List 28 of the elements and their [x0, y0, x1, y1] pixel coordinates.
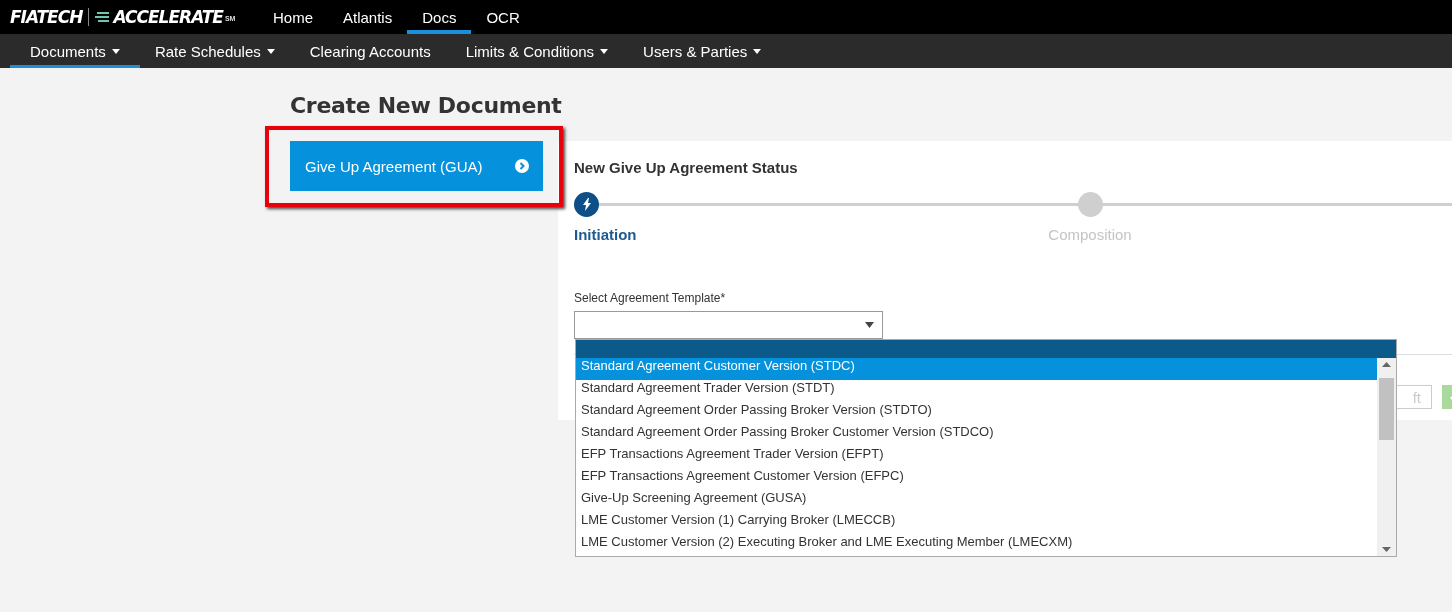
scroll-thumb[interactable] [1379, 378, 1394, 440]
dropdown-option[interactable]: Standard Agreement Order Passing Broker Customer Version (STDCO) [576, 424, 1377, 446]
speed-lines-icon [95, 11, 112, 23]
lightning-icon [581, 198, 592, 211]
logo-brand: FIATECH [10, 7, 83, 27]
field-label: Select Agreement Template* [574, 291, 727, 305]
nav-tab[interactable]: OCR [471, 0, 535, 34]
dropdown-option[interactable]: LME Customer Version (1) Carrying Broker (LMECCB) [576, 512, 1377, 534]
dropdown-option[interactable]: LME Customer Version (2) Executing Broker and LME Executing Member (LMECXM) [576, 534, 1377, 556]
step-label: Initiation [574, 226, 637, 243]
caret-icon [865, 322, 874, 328]
nav-tab[interactable]: Atlantis [328, 0, 408, 34]
step-label: Composition [1048, 226, 1132, 243]
dropdown-option[interactable]: Give-Up Screening Agreement (GUSA) [576, 490, 1377, 512]
dropdown-option[interactable]: EFP Transactions Agreement Trader Version (EFPT) [576, 446, 1377, 468]
logo-product: ACCELERATE [113, 7, 223, 27]
dropdown-option[interactable]: EFP Transactions Agreement Customer Version (EFPC) [576, 468, 1377, 490]
dropdown-option[interactable]: Standard Agreement Order Passing Broker Version (STDTO) [576, 402, 1377, 424]
dropdown-option[interactable]: Standard Agreement Trader Version (STDT) [576, 380, 1377, 402]
scroll-down-icon[interactable] [1382, 547, 1391, 552]
card-title: New Give Up Agreement Status [574, 159, 799, 176]
template-select[interactable] [574, 311, 883, 339]
page-title: Create New Document [290, 93, 563, 117]
chevron-circle-icon [515, 159, 529, 173]
scrollbar[interactable] [1377, 358, 1396, 556]
nav-tab[interactable]: Home [258, 0, 328, 34]
menu-tab[interactable]: Documents [10, 34, 140, 68]
scroll-up-icon[interactable] [1382, 362, 1391, 367]
